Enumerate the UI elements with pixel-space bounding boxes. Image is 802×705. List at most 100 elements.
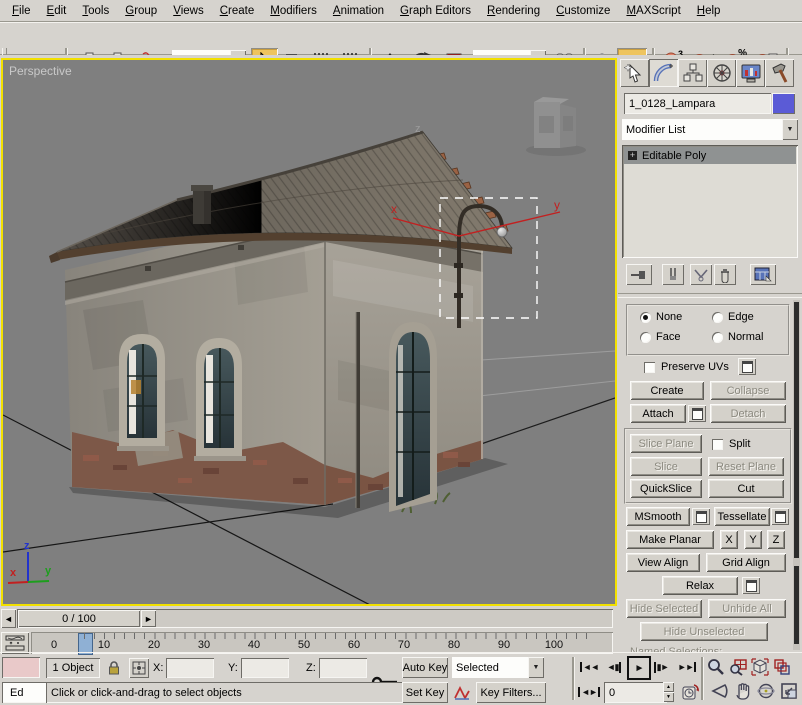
auto-key-button[interactable]: Auto Key	[402, 657, 448, 678]
configure-modifier-sets-button[interactable]	[750, 264, 776, 285]
menu-tools[interactable]: Tools	[74, 2, 117, 20]
z-coord-field[interactable]	[319, 658, 367, 678]
y-coord-field[interactable]	[241, 658, 289, 678]
preserve-uvs-checkbox[interactable]: Preserve UVs	[644, 361, 729, 373]
rollout-scrollbar[interactable]	[793, 300, 800, 650]
spinner-down-icon[interactable]: ▼	[663, 692, 674, 702]
next-frame-button[interactable]: ▮►	[651, 658, 671, 676]
perspective-viewport[interactable]: x y z z x y Perspective	[1, 58, 617, 606]
attach-settings-button[interactable]	[688, 405, 706, 422]
make-planar-z-button[interactable]: Z	[767, 530, 785, 549]
radio-edge[interactable]: Edge	[712, 311, 754, 323]
open-mini-curve-editor-button[interactable]	[1, 632, 29, 654]
menu-group[interactable]: Group	[117, 2, 165, 20]
absolute-mode-toggle[interactable]	[129, 658, 149, 678]
arc-rotate-button[interactable]	[756, 681, 776, 701]
time-configuration-button[interactable]	[680, 682, 700, 703]
play-button[interactable]: ►	[627, 656, 651, 680]
radio-face[interactable]: Face	[640, 331, 680, 343]
tab-utilities[interactable]	[765, 59, 794, 87]
previous-frame-button[interactable]: ◄▮	[604, 658, 624, 676]
msmooth-button[interactable]: MSmooth	[626, 507, 690, 526]
radio-icon[interactable]	[712, 332, 723, 343]
stack-item-editable-poly[interactable]: + Editable Poly	[624, 147, 796, 164]
x-coord-field[interactable]	[166, 658, 214, 678]
radio-none[interactable]: None	[640, 311, 682, 323]
radio-normal[interactable]: Normal	[712, 331, 763, 343]
selection-lock-toggle[interactable]	[104, 658, 124, 678]
key-filters-button[interactable]: Key Filters...	[476, 682, 546, 703]
collapse-button[interactable]: Collapse	[710, 381, 786, 400]
hide-selected-button[interactable]: Hide Selected	[626, 599, 702, 618]
menu-customize[interactable]: Customize	[548, 2, 618, 20]
checkbox-icon[interactable]	[644, 362, 655, 373]
msmooth-settings-button[interactable]	[692, 508, 710, 525]
go-to-start-button[interactable]: ◄◄	[578, 658, 600, 676]
split-checkbox[interactable]: Split	[712, 438, 750, 450]
scrollbar-thumb[interactable]	[794, 566, 799, 644]
menu-maxscript[interactable]: MAXScript	[618, 2, 688, 20]
relax-settings-button[interactable]	[742, 577, 760, 594]
zoom-extents-all-button[interactable]	[772, 657, 792, 677]
dropdown-arrow-icon[interactable]: ▼	[782, 119, 798, 140]
default-in-out-tangents-button[interactable]	[452, 682, 472, 703]
expand-plus-icon[interactable]: +	[628, 151, 637, 160]
menu-modifiers[interactable]: Modifiers	[262, 2, 325, 20]
go-to-end-button[interactable]: ►►	[676, 658, 698, 676]
menu-edit[interactable]: Edit	[39, 2, 75, 20]
menu-graph-editors[interactable]: Graph Editors	[392, 2, 479, 20]
background-cube-object[interactable]	[526, 97, 586, 156]
menu-views[interactable]: Views	[165, 2, 211, 20]
set-key-button[interactable]: Set Key	[402, 682, 448, 703]
radio-icon[interactable]	[640, 312, 651, 323]
scrollbar-thumb[interactable]	[794, 302, 799, 558]
tessellate-button[interactable]: Tessellate	[714, 507, 770, 526]
grid-align-button[interactable]: Grid Align	[706, 553, 786, 572]
building-model[interactable]: x y z	[49, 123, 560, 513]
tab-display[interactable]	[736, 59, 765, 87]
maxscript-mini-listener[interactable]: Ed	[2, 682, 48, 703]
menu-rendering[interactable]: Rendering	[479, 2, 548, 20]
time-slider-next-button[interactable]: ►	[141, 610, 156, 627]
relax-button[interactable]: Relax	[662, 576, 738, 595]
attach-button[interactable]: Attach	[630, 404, 686, 423]
key-filter-selected-dropdown[interactable]: Selected ▼	[452, 657, 544, 678]
menu-file[interactable]: File	[4, 2, 39, 20]
remove-modifier-button[interactable]	[714, 264, 736, 285]
cut-button[interactable]: Cut	[708, 479, 784, 498]
zoom-extents-button[interactable]	[750, 657, 770, 677]
tab-motion[interactable]	[707, 59, 736, 87]
reset-plane-button[interactable]: Reset Plane	[708, 457, 784, 476]
current-frame-field[interactable]: 0	[604, 682, 667, 703]
time-slider-handle[interactable]: 0 / 100	[18, 610, 140, 627]
key-mode-toggle[interactable]: ◄►	[578, 683, 600, 701]
zoom-all-button[interactable]	[728, 657, 748, 677]
checkbox-icon[interactable]	[712, 439, 723, 450]
preserve-uvs-settings-button[interactable]	[738, 358, 756, 375]
pin-stack-button[interactable]	[626, 264, 652, 285]
menu-create[interactable]: Create	[212, 2, 263, 20]
radio-icon[interactable]	[712, 312, 723, 323]
radio-icon[interactable]	[640, 332, 651, 343]
zoom-button[interactable]	[706, 657, 726, 677]
quickslice-button[interactable]: QuickSlice	[630, 479, 702, 498]
tab-create[interactable]	[620, 59, 649, 87]
time-slider-track[interactable]: 0 / 100 ►	[17, 609, 613, 628]
hide-unselected-button[interactable]: Hide Unselected	[640, 622, 768, 641]
frame-spinner[interactable]: ▲ ▼	[663, 682, 674, 703]
create-button[interactable]: Create	[630, 381, 704, 400]
make-unique-button[interactable]	[690, 264, 712, 285]
maximize-viewport-toggle[interactable]	[779, 681, 799, 701]
dropdown-arrow-icon[interactable]: ▼	[528, 657, 544, 678]
tab-modify[interactable]	[649, 59, 678, 87]
modifier-list-dropdown[interactable]: Modifier List ▼	[622, 119, 798, 140]
field-of-view-button[interactable]	[710, 681, 730, 701]
make-planar-button[interactable]: Make Planar	[626, 530, 714, 549]
time-slider-prev-button[interactable]: ◄	[1, 609, 16, 628]
detach-button[interactable]: Detach	[710, 404, 786, 423]
object-name-field[interactable]: 1_0128_Lampara	[624, 93, 771, 114]
make-planar-x-button[interactable]: X	[720, 530, 738, 549]
spinner-up-icon[interactable]: ▲	[663, 682, 674, 692]
menu-help[interactable]: Help	[689, 2, 729, 20]
pan-button[interactable]	[733, 681, 753, 701]
